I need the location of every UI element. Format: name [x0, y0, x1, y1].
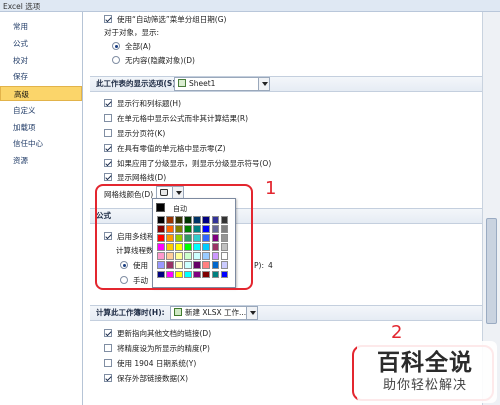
- section-title: 此工作表的显示选项(S):: [96, 79, 179, 88]
- objects-none-option[interactable]: 无内容(隐藏对象)(D): [112, 55, 195, 66]
- checkbox[interactable]: [104, 114, 112, 122]
- option-label: 更新指向其他文档的链接(D): [117, 329, 212, 338]
- show-zero-option[interactable]: 在具有零值的单元格中显示零(Z): [104, 143, 226, 154]
- sidebar-item-proofing[interactable]: 校对: [0, 53, 82, 68]
- checkbox[interactable]: [104, 99, 112, 107]
- checkbox[interactable]: [104, 159, 112, 167]
- workbook-select[interactable]: 新建 XLSX 工作...: [170, 306, 258, 320]
- checkbox[interactable]: [104, 344, 112, 352]
- highlight-box: [95, 184, 253, 290]
- processor-count: 4: [268, 261, 273, 270]
- checkbox[interactable]: [104, 144, 112, 152]
- option-label: 使用“自动筛选”菜单分组日期(G): [117, 15, 227, 24]
- workbook-icon: [174, 308, 182, 316]
- watermark-subtitle: 助你轻松解决: [383, 378, 468, 393]
- watermark: 百科全说 助你轻松解决: [357, 341, 497, 403]
- sidebar-item-save[interactable]: 保存: [0, 69, 82, 84]
- title-bar: Excel 选项: [0, 0, 500, 12]
- show-gridlines-option[interactable]: 显示网格线(D): [104, 172, 166, 183]
- checkbox[interactable]: [104, 129, 112, 137]
- sheet-select[interactable]: Sheet1: [174, 77, 270, 91]
- watermark-title: 百科全说: [377, 350, 473, 376]
- checkbox[interactable]: [104, 374, 112, 382]
- radio[interactable]: [112, 42, 120, 50]
- option-label: 全部(A): [125, 42, 151, 51]
- radio[interactable]: [112, 56, 120, 64]
- window-title: Excel 选项: [3, 2, 41, 11]
- workbook-value: 新建 XLSX 工作...: [185, 308, 247, 317]
- option-label: 无内容(隐藏对象)(D): [125, 56, 195, 65]
- option-label: 将精度设为所显示的精度(P): [117, 344, 210, 353]
- processor-shortcut-text: P):: [254, 261, 264, 270]
- chevron-down-icon[interactable]: [258, 78, 269, 90]
- show-headers-option[interactable]: 显示行和列标题(H): [104, 98, 181, 109]
- sidebar-item-formulas[interactable]: 公式: [0, 36, 82, 51]
- sheet-icon: [178, 79, 186, 87]
- checkbox[interactable]: [104, 329, 112, 337]
- sheet-value: Sheet1: [189, 79, 216, 88]
- chevron-down-icon[interactable]: [246, 307, 257, 319]
- sidebar-item-customize[interactable]: 自定义: [0, 103, 82, 118]
- sidebar-item-addins[interactable]: 加载项: [0, 120, 82, 135]
- group-dates-option[interactable]: 使用“自动筛选”菜单分组日期(G): [104, 14, 226, 25]
- sidebar-item-advanced[interactable]: 高级: [0, 86, 82, 101]
- save-external-links-option[interactable]: 保存外部链接数据(X): [104, 373, 188, 384]
- option-label: 如果应用了分级显示，则显示分级显示符号(O): [117, 159, 272, 168]
- annotation-number: 1: [265, 178, 277, 199]
- worksheet-display-section: 此工作表的显示选项(S):: [90, 76, 482, 92]
- options-sidebar: 常用 公式 校对 保存 高级 自定义 加载项 信任中心 资源: [0, 12, 83, 405]
- option-label: 在具有零值的单元格中显示零(Z): [117, 144, 226, 153]
- option-label: 显示网格线(D): [117, 173, 167, 182]
- annotation-number: 2: [391, 322, 403, 343]
- show-formulas-option[interactable]: 在单元格中显示公式而非其计算结果(R): [104, 113, 248, 124]
- option-label: 保存外部链接数据(X): [117, 374, 188, 383]
- objects-all-option[interactable]: 全部(A): [112, 41, 151, 52]
- show-outline-option[interactable]: 如果应用了分级显示，则显示分级显示符号(O): [104, 158, 271, 169]
- option-label: 显示分页符(K): [117, 129, 166, 138]
- option-label: 显示行和列标题(H): [117, 99, 181, 108]
- workbook-calc-section: 计算此工作簿时(H):: [90, 305, 482, 321]
- sidebar-item-resources[interactable]: 资源: [0, 153, 82, 168]
- option-label: 在单元格中显示公式而非其计算结果(R): [117, 114, 249, 123]
- section-title: 计算此工作簿时(H):: [96, 308, 165, 317]
- date-1904-option[interactable]: 使用 1904 日期系统(Y): [104, 358, 196, 369]
- sidebar-item-general[interactable]: 常用: [0, 19, 82, 34]
- checkbox[interactable]: [104, 173, 112, 181]
- precision-option[interactable]: 将精度设为所显示的精度(P): [104, 343, 210, 354]
- sidebar-item-trust-center[interactable]: 信任中心: [0, 136, 82, 151]
- show-page-breaks-option[interactable]: 显示分页符(K): [104, 128, 165, 139]
- objects-label: 对于对象，显示:: [104, 28, 160, 37]
- checkbox[interactable]: [104, 15, 112, 23]
- checkbox[interactable]: [104, 359, 112, 367]
- scrollbar-thumb[interactable]: [486, 218, 497, 324]
- option-label: 使用 1904 日期系统(Y): [117, 359, 197, 368]
- update-links-option[interactable]: 更新指向其他文档的链接(D): [104, 328, 211, 339]
